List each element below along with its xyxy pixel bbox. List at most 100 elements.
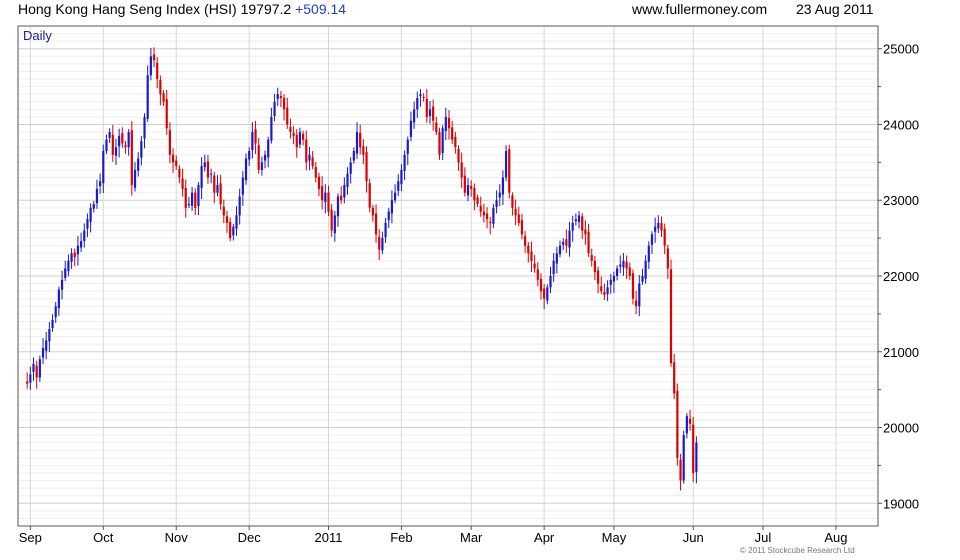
candle-body [194,192,197,208]
candle-body [378,237,381,250]
candle-body [470,186,473,189]
candle-body [140,141,143,158]
candle-body [35,365,38,378]
candle-body [393,192,397,201]
candle-body [108,132,111,138]
candle-body [511,195,514,208]
candle-body [562,241,565,245]
candle-body [114,147,118,156]
candle-body [520,220,524,235]
candle-body [260,162,263,170]
candlestick-chart: 19000 20000 21000 22000 23000 24000 25000 Sep Oc… [17,25,919,545]
candle-body [346,173,349,187]
candle-body [225,216,229,223]
candle-body [609,279,612,285]
candle-body [162,93,165,102]
candle-body [679,459,682,481]
candle-body [333,215,336,234]
candle-body [612,276,616,282]
candle-body [692,424,695,473]
y-tick-label: 23000 [883,193,919,208]
candle-body [552,260,555,275]
candle-body [133,169,137,188]
candle-body [67,260,70,272]
candle-body [340,195,343,201]
candle-body [308,154,311,161]
candle-body [64,268,67,278]
candle-body [451,127,454,140]
candle-body [501,177,505,195]
candle-body [159,79,162,95]
x-tick-label: Jul [755,530,772,545]
x-tick-label: Feb [390,530,412,545]
candle-body [178,168,181,178]
candle-body [676,390,679,458]
candle-body [92,204,95,209]
candle-body [54,306,57,318]
candle-body [317,176,321,189]
candle-body [615,268,619,276]
candle-body [409,120,413,137]
candle-body [444,116,447,131]
candle-body [359,132,362,148]
candle-body [581,216,584,231]
candle-body [149,56,152,76]
candle-body [219,183,222,205]
candle-body [292,132,295,136]
candle-body [400,169,403,185]
x-tick-label: Mar [460,530,483,545]
candle-body [251,132,254,151]
candle-body [660,222,663,231]
candle-body [476,197,479,205]
y-tick-label: 20000 [883,421,919,436]
candle-body [200,166,203,188]
candle-body [387,211,390,221]
candle-body [238,196,241,216]
candle-body [457,149,460,163]
candle-body [327,192,330,212]
candle-body [143,116,146,139]
candle-body [248,151,251,160]
candle-body [374,213,378,235]
candle-body [89,207,92,222]
candle-body [539,278,543,292]
candle-body [479,205,482,212]
candle-body [641,276,644,282]
candle-body [257,145,260,170]
candle-body [190,192,194,206]
candle-body [229,222,232,239]
candle-body [555,253,558,264]
candle-body [485,213,489,220]
candle-body [254,129,257,144]
candle-body [628,267,631,276]
candle-body [355,132,359,154]
candle-body [26,381,29,384]
candle-body [473,187,476,201]
candle-body [79,241,83,248]
candle-body [438,132,441,155]
candle-body [336,196,340,217]
candle-body [118,135,121,147]
candle-body [435,122,438,133]
candle-body [603,292,606,295]
candle-body [397,181,400,191]
y-tick-label: 22000 [883,269,919,284]
candle-body [622,260,625,268]
candle-body [99,181,102,187]
candle-body [498,192,501,198]
candle-body [311,157,314,167]
candle-body [365,152,368,182]
candle-body [619,264,622,267]
candle-body [168,130,171,155]
candle-body [314,167,317,178]
candle-body [57,289,60,309]
candle-body [130,130,133,186]
candle-body [638,283,641,307]
candle-body [216,185,219,193]
candle-body [596,270,600,284]
x-tick-label: 2011 [314,530,342,545]
candle-body [76,245,80,255]
candle-body [244,158,248,181]
candle-body [165,99,168,129]
candle-body [282,97,286,110]
